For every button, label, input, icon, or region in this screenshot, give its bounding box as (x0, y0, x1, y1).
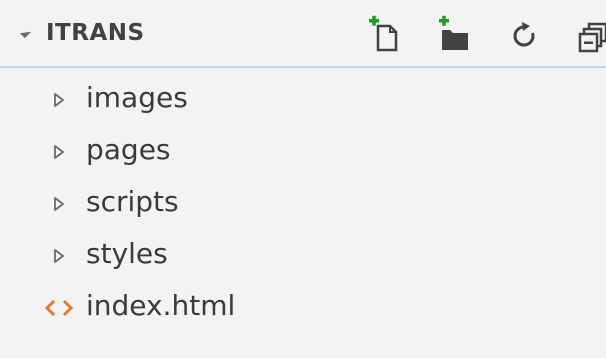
html-file-icon (44, 299, 74, 317)
folder-label: images (86, 81, 188, 114)
chevron-right-icon (54, 249, 64, 263)
chevron-right-icon (54, 145, 64, 159)
refresh-button[interactable] (506, 14, 542, 54)
chevron-down-icon[interactable] (19, 26, 32, 39)
folder-label: styles (86, 237, 168, 270)
new-file-button[interactable] (366, 14, 402, 54)
file-row-index-html[interactable]: index.html (0, 282, 606, 334)
collapse-all-button[interactable] (576, 14, 606, 54)
new-folder-icon (439, 15, 468, 50)
file-explorer: ITRANS images pages scripts styles index… (0, 0, 606, 358)
explorer-header[interactable]: ITRANS (0, 0, 606, 68)
new-folder-button[interactable] (436, 14, 472, 54)
collapse-all-icon (578, 22, 606, 53)
chevron-right-icon (54, 93, 64, 107)
folder-row-scripts[interactable]: scripts (0, 178, 606, 230)
folder-row-pages[interactable]: pages (0, 126, 606, 178)
folder-row-styles[interactable]: styles (0, 230, 606, 282)
folder-label: scripts (86, 185, 179, 218)
chevron-right-icon (54, 197, 64, 211)
folder-label: pages (86, 133, 171, 166)
new-file-icon (369, 15, 398, 52)
folder-row-images[interactable]: images (0, 74, 606, 126)
refresh-icon (513, 22, 535, 47)
file-label: index.html (86, 289, 236, 322)
project-title[interactable]: ITRANS (46, 20, 145, 46)
file-tree: images pages scripts styles index.html (0, 74, 606, 334)
